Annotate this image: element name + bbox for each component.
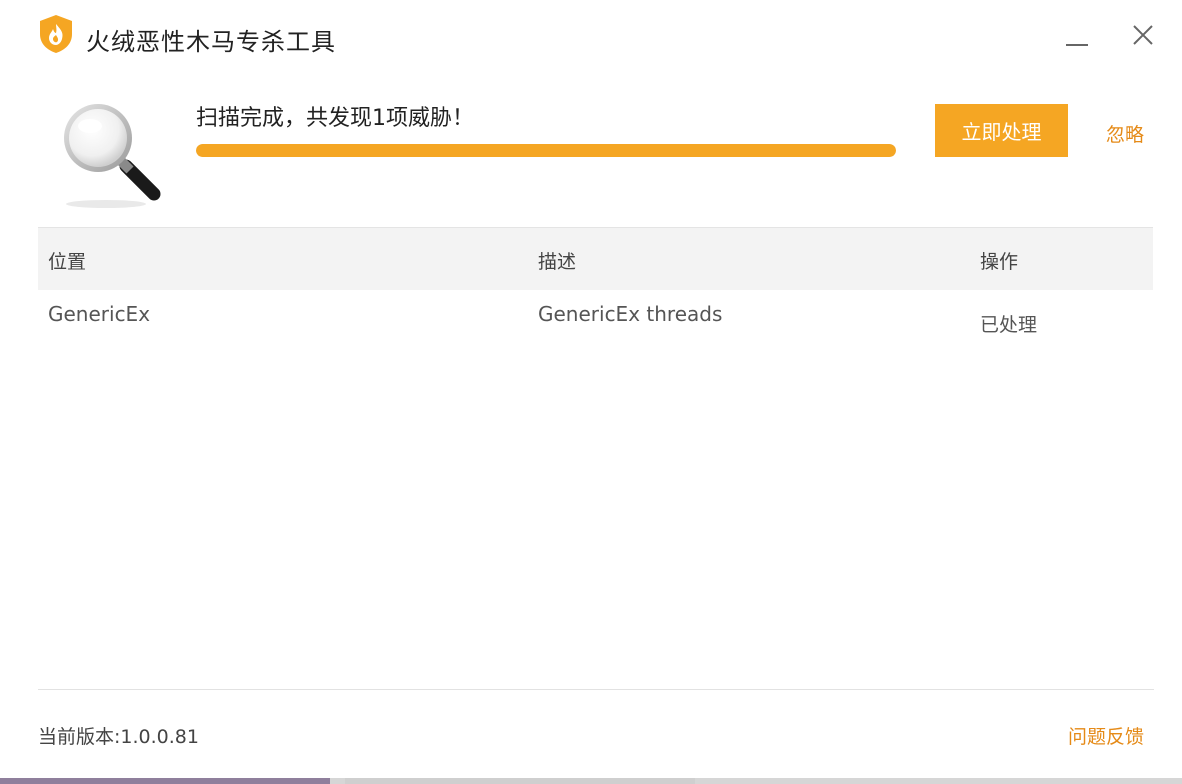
threat-action-status: 已处理: [980, 314, 1038, 336]
column-header-action: 操作: [980, 251, 1019, 273]
main-window: 火绒恶性木马专杀工具 扫描完成，共发现1项威胁！ 立即处理 忽略 位置 描述 操…: [0, 0, 1182, 778]
taskbar-segment: [345, 778, 695, 784]
threat-table: 位置 描述 操作 GenericEx GenericEx threads 已处理: [38, 227, 1153, 352]
version-label: 当前版本:1.0.0.81: [38, 726, 199, 748]
scan-status-panel: 扫描完成，共发现1项威胁！ 立即处理 忽略: [0, 78, 1182, 226]
scan-progress-bar: [196, 144, 896, 157]
table-row[interactable]: GenericEx GenericEx threads 已处理: [38, 290, 1153, 352]
footer-divider: [38, 689, 1154, 690]
threat-description: GenericEx threads: [538, 302, 723, 326]
ignore-link[interactable]: 忽略: [1106, 120, 1144, 147]
taskbar-strip: [0, 778, 1182, 784]
huorong-shield-flame-icon: [38, 14, 74, 54]
threat-location: GenericEx: [48, 302, 151, 326]
column-header-location: 位置: [48, 251, 87, 273]
feedback-link[interactable]: 问题反馈: [1068, 722, 1144, 749]
close-icon[interactable]: [1128, 20, 1158, 50]
scan-status-text: 扫描完成，共发现1项威胁！: [196, 106, 474, 131]
taskbar-segment: [0, 778, 330, 784]
title-bar: 火绒恶性木马专杀工具: [0, 0, 1182, 78]
handle-now-button[interactable]: 立即处理: [935, 104, 1068, 157]
magnifier-icon: [54, 94, 170, 210]
scan-progress-fill: [196, 144, 896, 157]
app-title: 火绒恶性木马专杀工具: [86, 28, 336, 56]
minimize-icon[interactable]: [1062, 20, 1092, 50]
column-header-description: 描述: [538, 251, 577, 273]
table-header: 位置 描述 操作: [38, 227, 1153, 290]
